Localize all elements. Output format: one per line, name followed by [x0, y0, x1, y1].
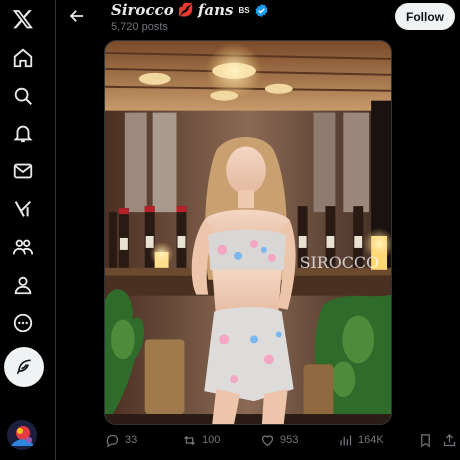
- more-icon[interactable]: [0, 304, 46, 342]
- avatar[interactable]: [7, 420, 37, 450]
- verified-badge-icon[interactable]: [254, 3, 269, 18]
- share-button[interactable]: [442, 428, 457, 452]
- compose-post-button[interactable]: [4, 347, 44, 387]
- lips-emoji: 💋: [177, 2, 194, 17]
- nav-rail: [0, 0, 56, 460]
- follow-button[interactable]: Follow: [395, 3, 455, 30]
- reply-button[interactable]: 33: [105, 428, 137, 452]
- post-count: 5,720 posts: [111, 21, 168, 33]
- back-button[interactable]: [67, 6, 87, 26]
- profile-icon[interactable]: [0, 266, 46, 304]
- repost-button[interactable]: 100: [182, 428, 220, 452]
- bookmark-icon: [421, 433, 430, 447]
- post-image[interactable]: SIROCCO: [104, 40, 392, 425]
- image-watermark: SIROCCO: [300, 253, 379, 272]
- display-name-suffix: BS: [238, 5, 250, 15]
- views-count: 164K: [358, 434, 384, 446]
- notifications-icon[interactable]: [0, 114, 46, 152]
- x-logo-icon[interactable]: [0, 0, 46, 38]
- feather-icon: [16, 359, 31, 375]
- arrow-left-icon: [69, 10, 83, 22]
- like-button[interactable]: 953: [260, 428, 298, 452]
- like-count: 953: [280, 434, 299, 446]
- display-name: Sirocco 💋 fans BS: [111, 1, 269, 19]
- profile-header: Sirocco 💋 fans BS 5,720 posts Follow: [57, 0, 460, 40]
- display-name-text: Sirocco: [111, 1, 174, 19]
- views-button[interactable]: 164K: [338, 428, 384, 452]
- share-icon: [443, 433, 456, 446]
- messages-icon[interactable]: [0, 152, 46, 190]
- display-name-text-rest: fans: [197, 1, 234, 19]
- home-icon[interactable]: [0, 39, 46, 77]
- reply-icon: [106, 434, 119, 447]
- heart-icon: [261, 434, 274, 446]
- repost-count: 100: [202, 434, 221, 446]
- grok-icon[interactable]: [0, 190, 46, 228]
- post-actions: 33 100 953 164K: [100, 428, 460, 452]
- communities-icon[interactable]: [0, 228, 46, 266]
- reply-count: 33: [125, 434, 138, 446]
- views-chart-icon: [340, 435, 352, 445]
- explore-icon[interactable]: [0, 77, 46, 115]
- repost-icon: [184, 435, 195, 445]
- bookmark-button[interactable]: [418, 428, 433, 452]
